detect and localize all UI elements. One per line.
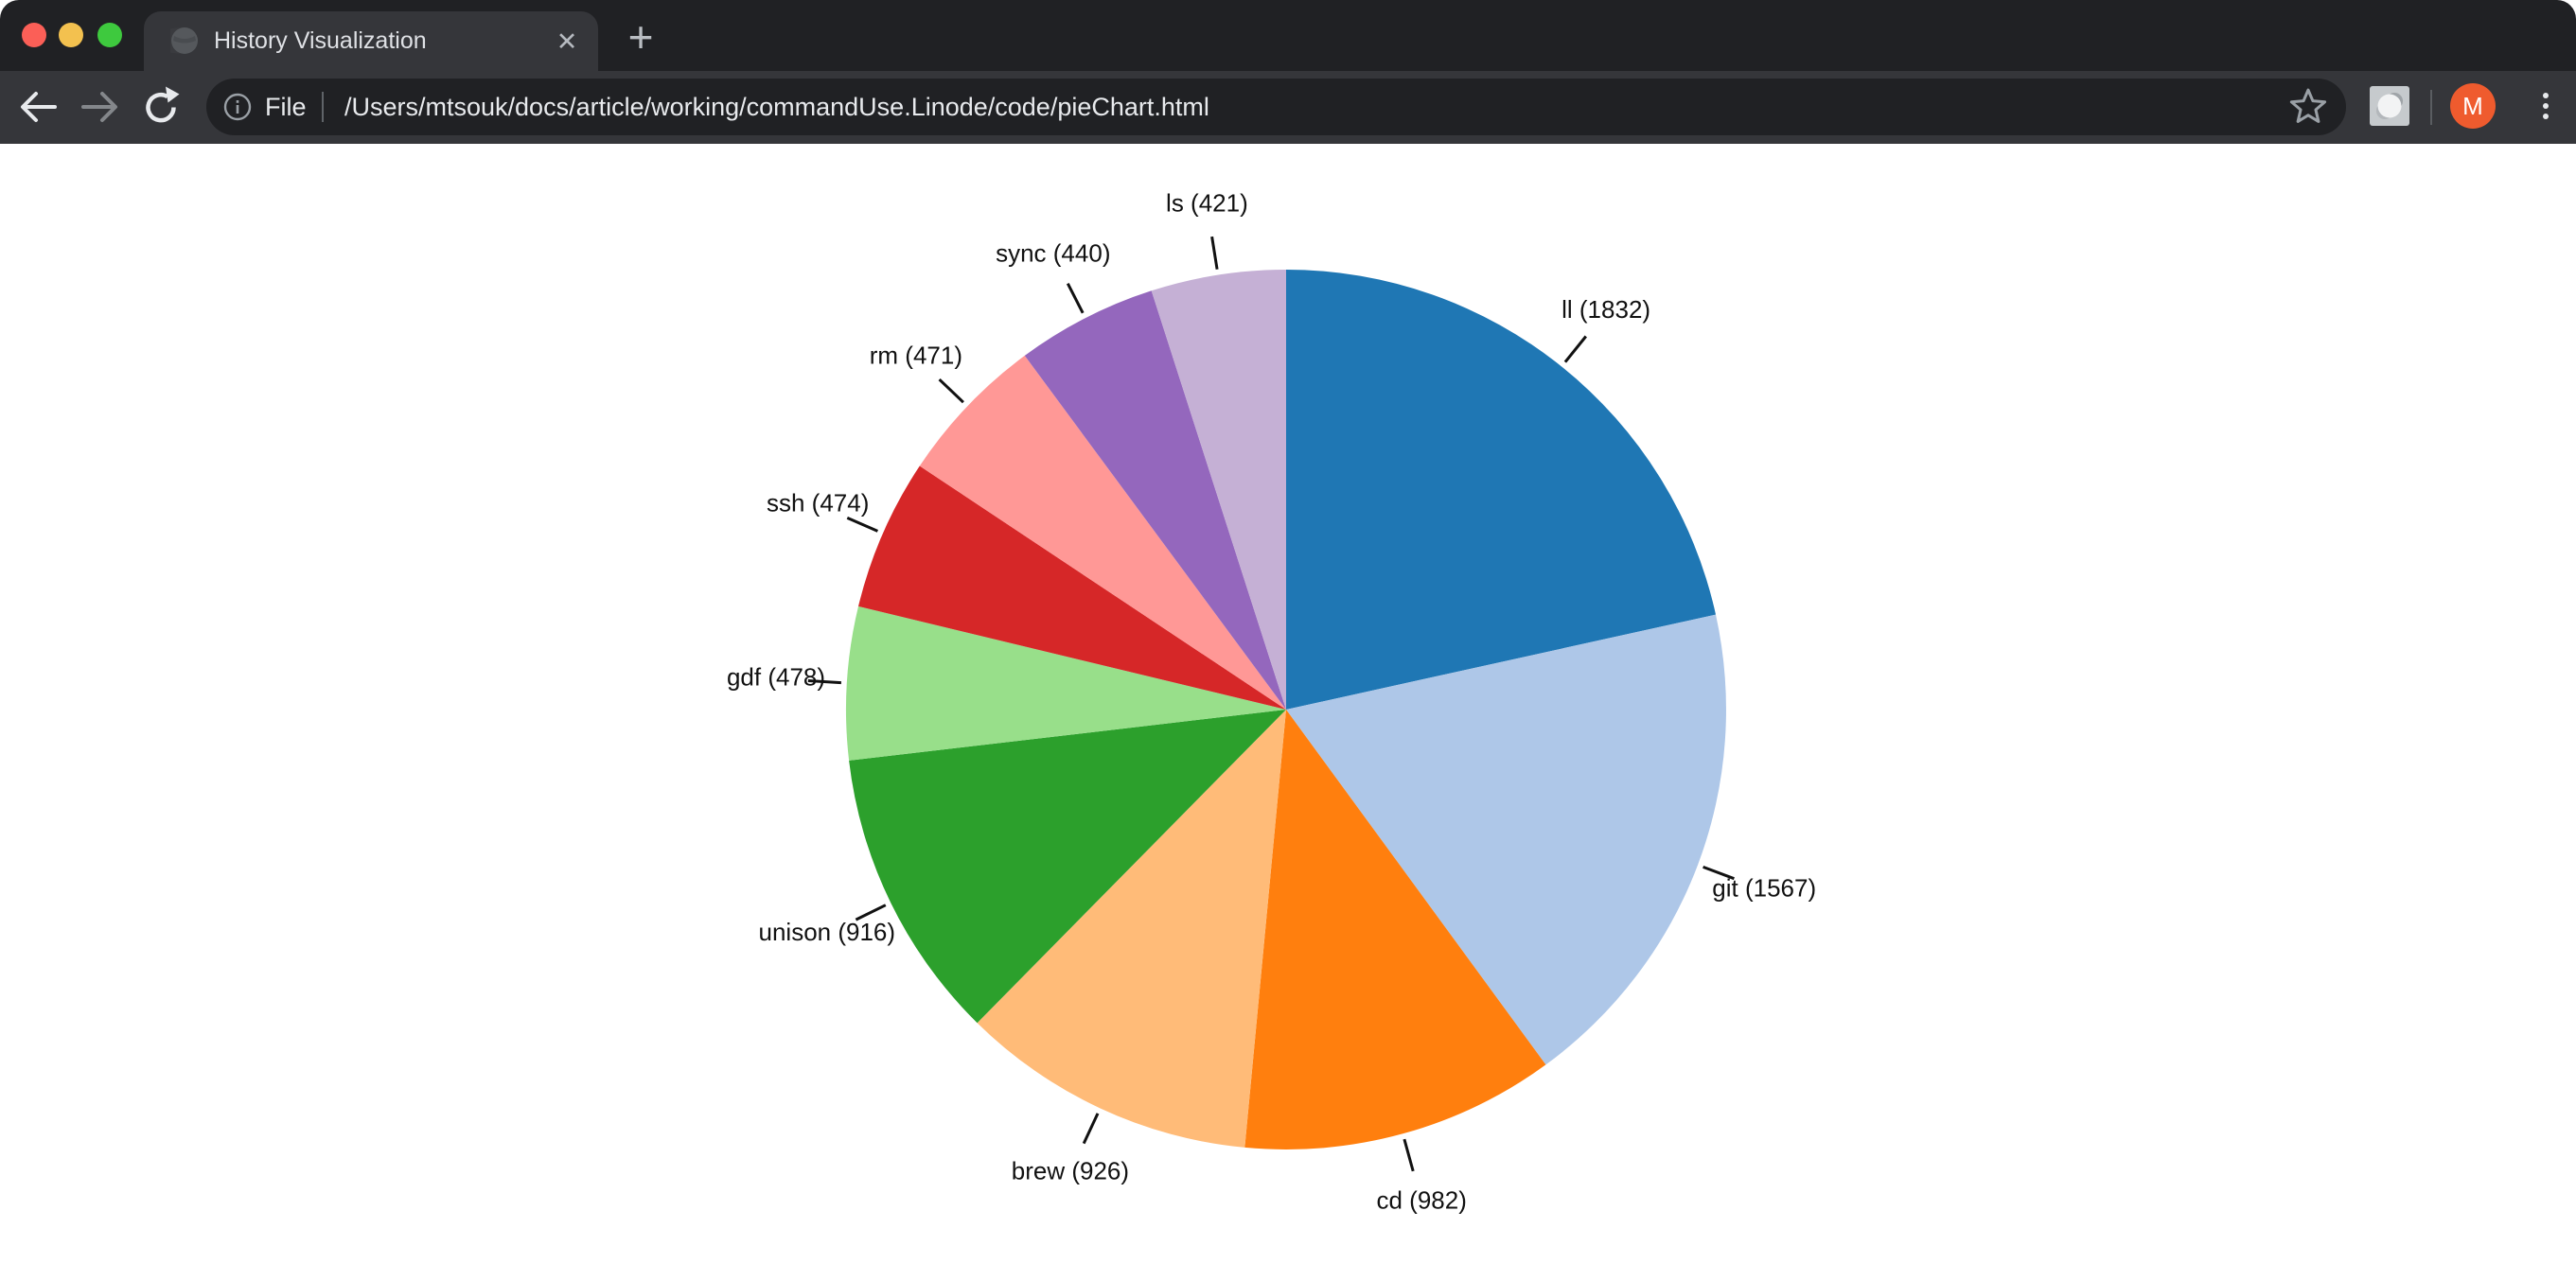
page-info-icon[interactable] (223, 93, 252, 121)
forward-icon[interactable] (78, 84, 123, 130)
back-icon[interactable] (15, 84, 61, 130)
tab-history-visualization[interactable]: History Visualization ✕ (144, 11, 598, 71)
slice-label-rm: rm (471) (870, 341, 962, 369)
slice-label-git: git (1567) (1712, 874, 1816, 903)
url-scheme-label: File (265, 79, 307, 135)
profile-avatar[interactable]: M (2450, 83, 2496, 129)
browser-menu-icon[interactable] (2523, 83, 2568, 129)
browser-window: History Visualization ✕ + File /Users/mt… (0, 0, 2576, 1276)
slice-label-sync: sync (440) (996, 238, 1110, 267)
omnibox-divider (322, 92, 324, 122)
slice-label-ssh: ssh (474) (767, 489, 869, 518)
label-tick-rm (940, 379, 963, 402)
slice-label-gdf: gdf (478) (727, 662, 825, 691)
browser-toolbar: File /Users/mtsouk/docs/article/working/… (0, 71, 2576, 144)
page-content: ll (1832) git (1567) cd (982) brew (926) uni… (0, 144, 2576, 1276)
tab-strip: History Visualization ✕ + (0, 0, 2576, 71)
label-tick-ll (1565, 337, 1586, 362)
url-text[interactable]: /Users/mtsouk/docs/article/working/comma… (344, 79, 1209, 135)
label-tick-ssh (847, 518, 877, 531)
macos-minimize-button[interactable] (59, 23, 83, 47)
new-tab-button[interactable]: + (615, 13, 666, 64)
bookmark-star-icon[interactable] (2287, 86, 2329, 128)
slice-label-ls: ls (421) (1166, 188, 1248, 217)
tab-close-icon[interactable]: ✕ (549, 24, 585, 60)
toolbar-divider (2430, 90, 2432, 125)
slice-label-unison: unison (916) (759, 918, 896, 946)
pie-chart: ll (1832) git (1567) cd (982) brew (926) uni… (0, 144, 2576, 1276)
reload-icon[interactable] (138, 84, 184, 130)
label-tick-brew (1084, 1114, 1098, 1144)
slice-label-brew: brew (926) (1012, 1156, 1129, 1184)
macos-close-button[interactable] (22, 23, 46, 47)
macos-zoom-button[interactable] (97, 23, 122, 47)
address-bar[interactable]: File /Users/mtsouk/docs/article/working/… (206, 79, 2346, 135)
globe-favicon-icon (170, 26, 199, 55)
extension-icon[interactable] (2370, 86, 2409, 126)
slice-label-ll: ll (1832) (1561, 295, 1650, 324)
label-tick-ls (1212, 237, 1218, 270)
label-tick-sync (1067, 284, 1083, 313)
slice-label-cd: cd (982) (1377, 1186, 1467, 1215)
label-tick-cd (1404, 1139, 1413, 1171)
tab-title: History Visualization (214, 11, 427, 71)
